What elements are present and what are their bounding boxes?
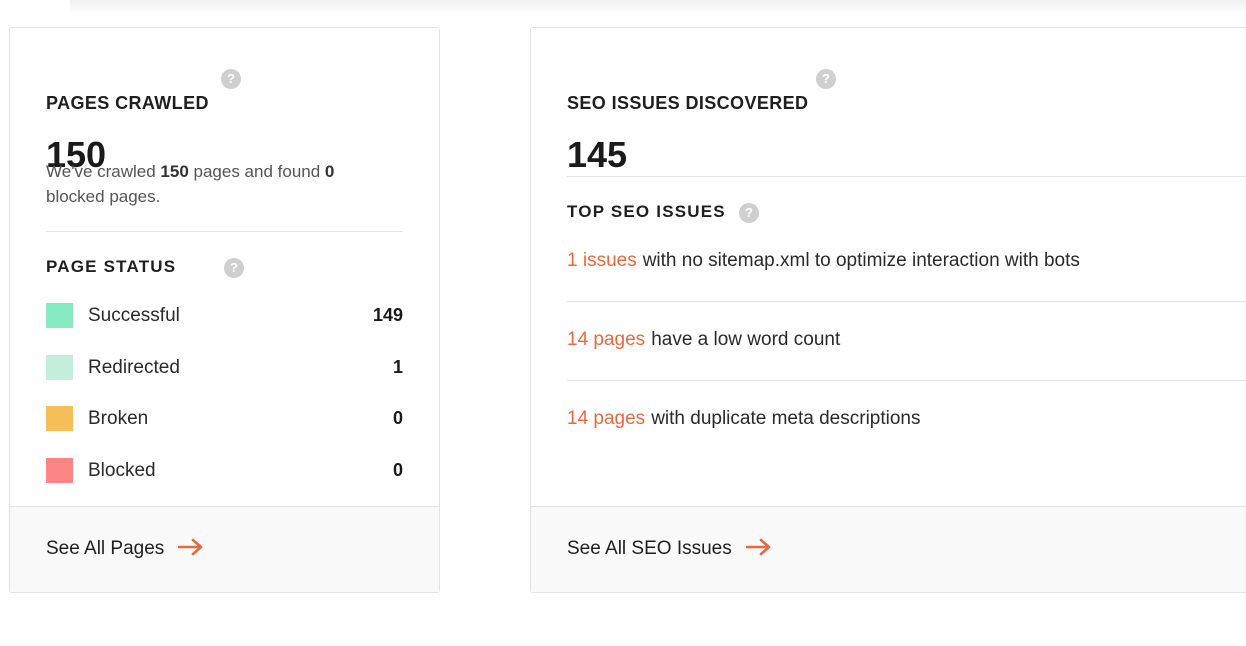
pages-crawled-title: PAGES CRAWLED	[46, 93, 209, 113]
pages-crawled-card: PAGES CRAWLED ? 150 We've crawled 150 pa…	[9, 27, 440, 593]
page-status-title: PAGE STATUS	[46, 257, 177, 276]
question-icon[interactable]: ?	[739, 203, 759, 223]
status-count: 0	[392, 460, 403, 480]
status-label: Blocked	[88, 460, 156, 481]
status-count: 149	[372, 305, 403, 325]
issue-text: with no sitemap.xml to optimize interact…	[642, 250, 1080, 271]
see-all-pages-link[interactable]: See All Pages	[46, 538, 204, 560]
status-row-successful: Successful 149	[46, 303, 403, 329]
status-label: Broken	[88, 408, 149, 429]
divider	[567, 176, 1246, 177]
pages-card-footer: See All Pages	[10, 506, 439, 592]
status-swatch	[46, 406, 73, 431]
divider	[46, 231, 403, 232]
issue-text: with duplicate meta descriptions	[651, 408, 921, 429]
status-row-blocked: Blocked 0	[46, 458, 403, 484]
divider	[567, 301, 1246, 302]
issue-link[interactable]: 14 pages	[567, 408, 645, 429]
arrow-right-icon	[178, 539, 203, 556]
status-count: 1	[392, 357, 403, 377]
issue-row: 14 pages have a low word count	[567, 329, 1246, 351]
issue-row: 14 pages with duplicate meta descriptions	[567, 408, 1246, 430]
seo-issues-title: SEO ISSUES DISCOVERED	[567, 93, 809, 113]
question-icon[interactable]: ?	[224, 258, 244, 278]
status-swatch	[46, 355, 73, 380]
question-icon[interactable]: ?	[221, 69, 241, 89]
blocked-pages-count: 0	[324, 162, 335, 181]
issue-row: 1 issues with no sitemap.xml to optimize …	[567, 250, 1246, 272]
status-count: 0	[392, 408, 403, 428]
seo-card-footer: See All SEO Issues	[531, 506, 1246, 592]
question-icon[interactable]: ?	[816, 69, 836, 89]
status-row-broken: Broken 0	[46, 406, 403, 432]
top-seo-issues-title: TOP SEO ISSUES	[567, 202, 726, 221]
issue-text: have a low word count	[651, 329, 841, 350]
status-label: Successful	[88, 305, 180, 326]
issue-link[interactable]: 14 pages	[567, 329, 645, 350]
issue-link[interactable]: 1 issues	[567, 250, 637, 271]
status-swatch	[46, 458, 73, 483]
seo-issues-card: SEO ISSUES DISCOVERED ? 145 TOP SEO ISSU…	[530, 27, 1246, 593]
pages-crawled-description: We've crawled 150 pages and found 0 bloc…	[46, 162, 335, 206]
divider	[567, 380, 1246, 381]
arrow-right-icon	[745, 539, 771, 556]
crawled-pages-count: 150	[160, 162, 189, 181]
see-all-seo-issues-link[interactable]: See All SEO Issues	[567, 538, 772, 560]
top-shadow	[70, 0, 1246, 14]
seo-issues-count: 145	[567, 134, 628, 175]
status-swatch	[46, 303, 73, 328]
status-row-redirected: Redirected 1	[46, 355, 403, 381]
status-label: Redirected	[88, 357, 180, 378]
